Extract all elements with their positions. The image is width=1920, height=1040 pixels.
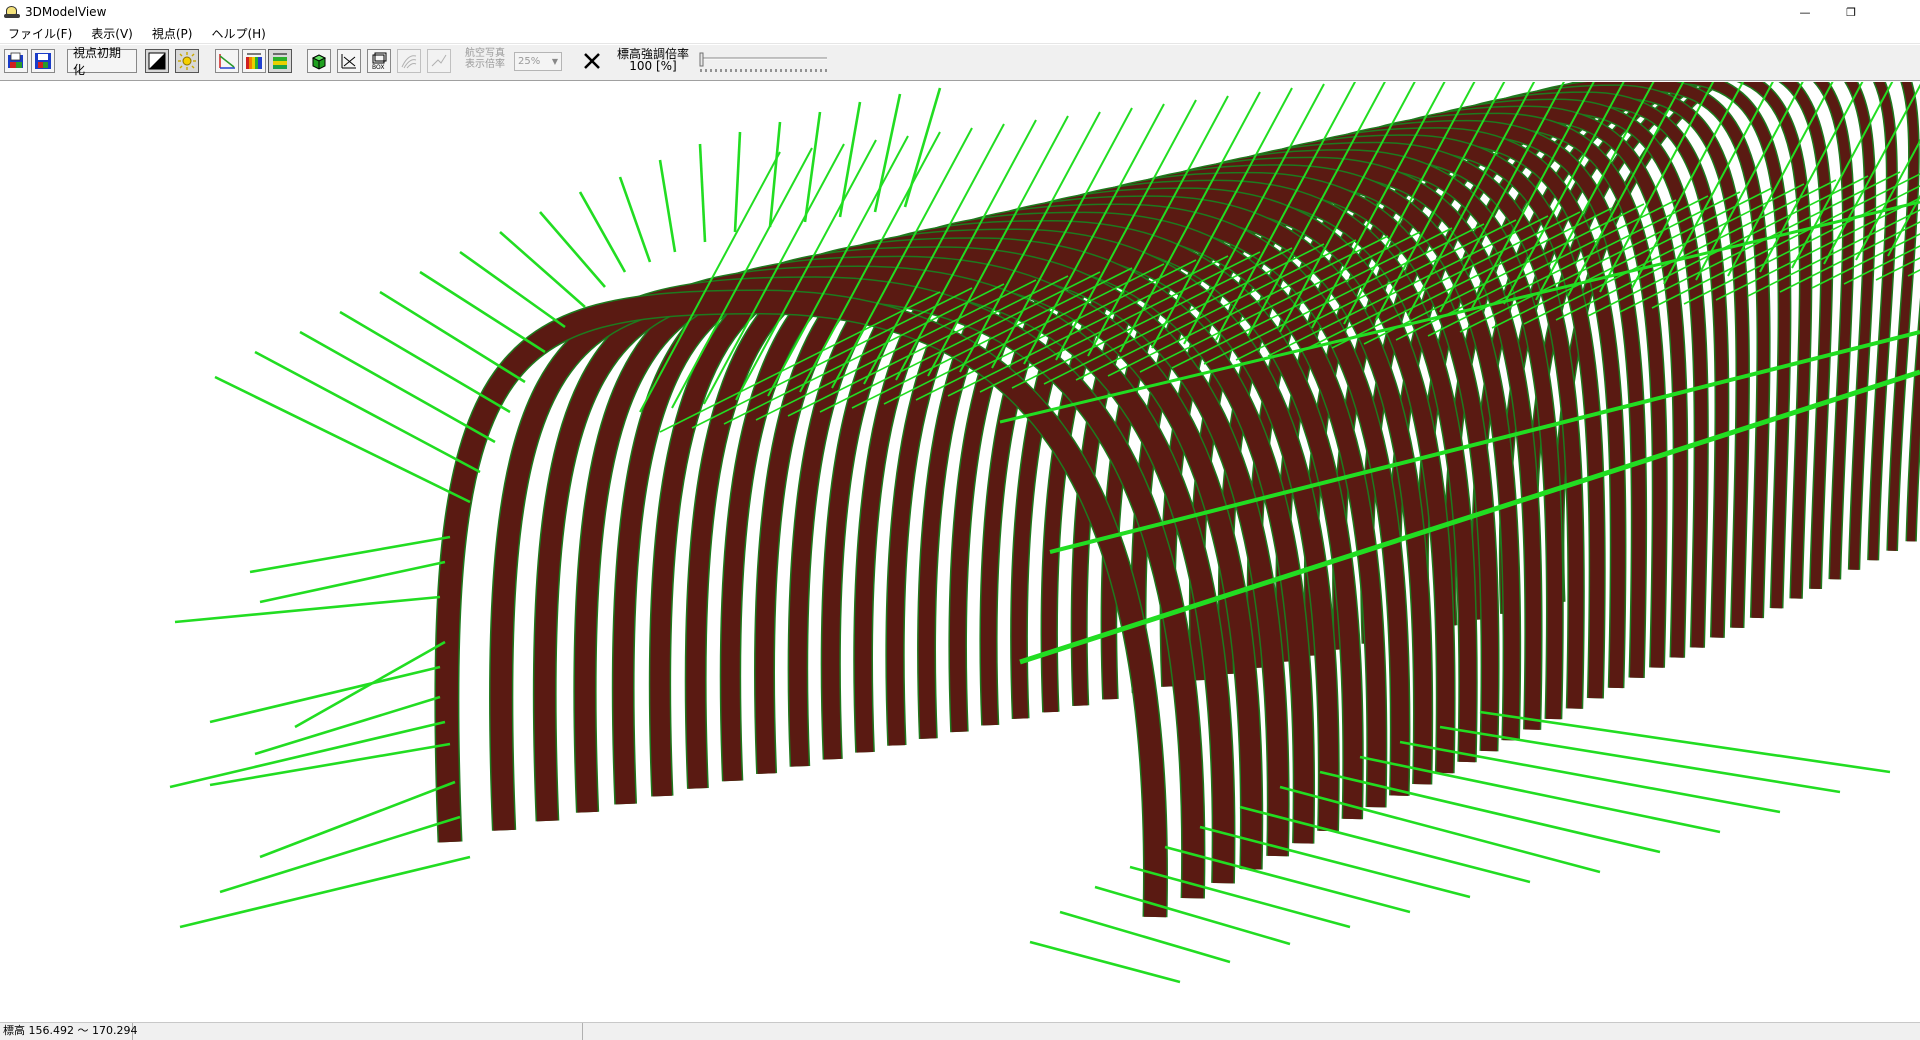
rock-bolt [803, 111, 822, 223]
rock-bolt [214, 375, 471, 504]
box-icon: BOX [372, 52, 387, 70]
chevron-down-icon: ▼ [551, 57, 558, 66]
close-x-button[interactable] [580, 49, 604, 73]
aerial-scale-value: 25% [518, 56, 541, 67]
line-button[interactable] [427, 49, 451, 73]
color-legend-icon [273, 53, 287, 69]
solid-model-button[interactable] [307, 49, 331, 73]
rock-bolt [294, 640, 446, 729]
restore-icon: ❐ [1846, 5, 1856, 19]
app-icon [4, 5, 20, 19]
open-file-button[interactable] [4, 49, 28, 73]
solid-model-icon [311, 54, 327, 70]
menu-help[interactable]: ヘルプ(H) [209, 25, 267, 42]
minimize-icon: — [1799, 5, 1811, 19]
save-file-button[interactable] [31, 49, 55, 73]
section-button[interactable] [337, 49, 361, 73]
close-button[interactable] [1874, 0, 1920, 24]
window-controls: — ❐ [1782, 0, 1920, 24]
contour-icon [401, 55, 417, 69]
rock-bolt [733, 131, 742, 233]
rock-bolt [698, 143, 707, 243]
line-icon [431, 54, 447, 67]
rock-bolt [174, 595, 441, 624]
contrast-button[interactable] [145, 49, 169, 73]
rock-bolt [419, 270, 546, 354]
slider-track [699, 52, 827, 72]
aerial-photo-label-1: 航空写真 [465, 48, 505, 59]
rock-bolt [259, 780, 456, 859]
close-x-icon [584, 53, 600, 69]
rock-bolt [499, 231, 586, 308]
rock-bolt [259, 560, 446, 604]
height-emphasis-block: 標高強調倍率 100 [%] [614, 48, 692, 74]
rock-bolt [1029, 940, 1181, 984]
light-icon [178, 52, 196, 70]
contour-button[interactable] [397, 49, 421, 73]
tunnel-model[interactable] [0, 82, 1920, 1022]
save-file-icon [35, 53, 51, 69]
rock-bolt [1479, 710, 1891, 774]
color-scale-icon [246, 53, 262, 69]
slope-button[interactable] [215, 49, 239, 73]
color-scale-button[interactable] [242, 49, 266, 73]
rock-bolt [379, 290, 526, 384]
open-file-icon [8, 52, 23, 68]
slope-icon [219, 54, 235, 69]
height-emphasis-value: 100 [%] [629, 59, 677, 73]
menu-bar: ファイル(F) 表示(V) 視点(P) ヘルプ(H) [0, 24, 1920, 44]
aerial-photo-label: 航空写真 表示倍率 [461, 48, 509, 74]
restore-button[interactable]: ❐ [1828, 0, 1874, 24]
status-pane-3 [583, 1023, 1920, 1040]
title-bar: 3DModelView — ❐ [0, 0, 1920, 24]
rock-bolt [209, 665, 441, 724]
color-legend-button[interactable] [268, 49, 292, 73]
rock-bolt [873, 93, 902, 213]
aerial-photo-label-2: 表示倍率 [465, 59, 505, 70]
rock-bolt [459, 250, 566, 329]
rock-bolt [169, 720, 446, 789]
section-icon [341, 54, 356, 69]
aerial-scale-select[interactable]: 25% ▼ [514, 52, 562, 71]
minimize-button[interactable]: — [1782, 0, 1828, 24]
light-button[interactable] [175, 49, 199, 73]
menu-viewpoint[interactable]: 視点(P) [150, 25, 195, 42]
slider-thumb[interactable] [699, 52, 704, 67]
menu-view[interactable]: 表示(V) [89, 25, 135, 42]
rock-bolt [658, 159, 677, 253]
contrast-icon [148, 52, 166, 70]
rock-bolt [578, 191, 627, 273]
reset-view-button[interactable]: 視点初期化 [67, 46, 137, 77]
window-title: 3DModelView [25, 5, 107, 19]
height-emphasis-slider[interactable] [697, 49, 831, 75]
rock-bolt [618, 176, 652, 263]
rock-bolt [339, 310, 511, 414]
rock-bolt [219, 815, 461, 894]
svg-text:BOX: BOX [372, 64, 384, 70]
toolbar: 視点初期化 BOX 航空写真 表示倍率 25% ▼ 標高強調倍率 100 [%] [0, 45, 1920, 81]
menu-file[interactable]: ファイル(F) [6, 25, 74, 42]
status-pane-2 [133, 1023, 583, 1040]
3d-viewport[interactable] [0, 82, 1920, 1022]
status-bar: 標高 156.492 〜 170.294 [0, 1022, 1920, 1040]
box-button[interactable]: BOX [367, 49, 391, 73]
elevation-range: 標高 156.492 〜 170.294 [0, 1023, 137, 1040]
